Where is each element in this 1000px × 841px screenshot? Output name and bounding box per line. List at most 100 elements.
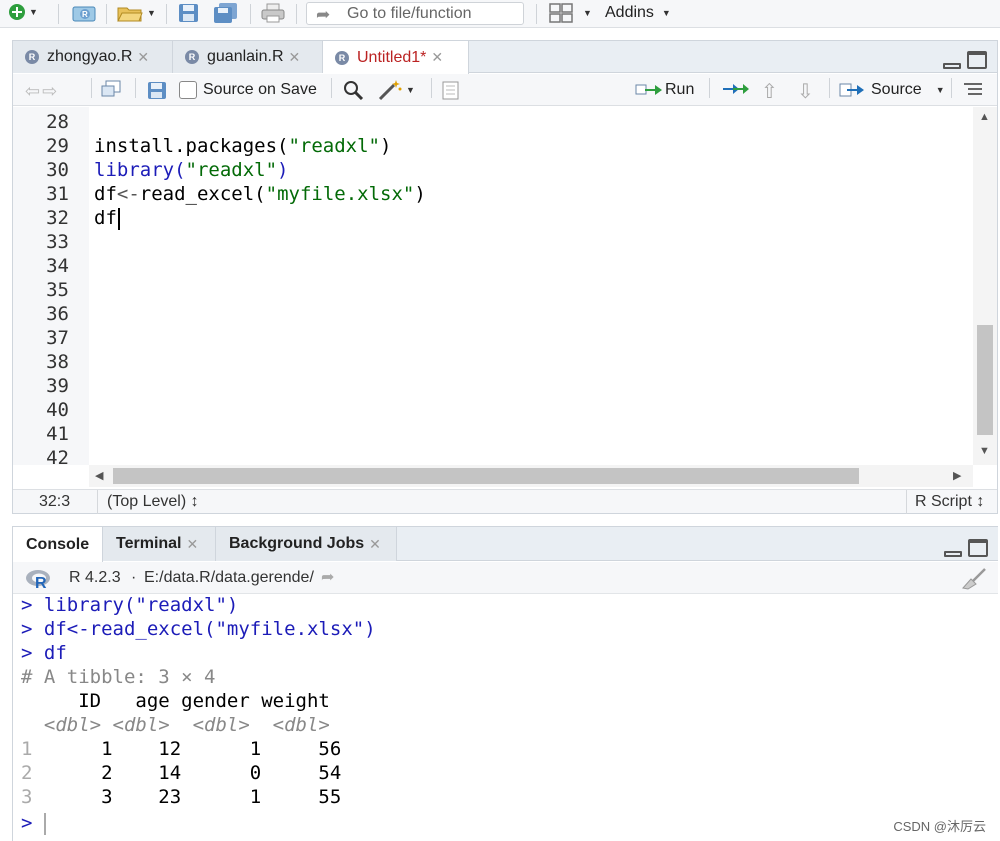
tab-label: Untitled1* [357, 48, 427, 66]
save-icon [179, 4, 198, 22]
minimize-pane-button[interactable] [944, 551, 962, 557]
source-editor-pane: R zhongyao.R ✕ R guanlain.R ✕ R Untitled… [12, 40, 998, 514]
new-file-button[interactable]: ▼ [8, 3, 38, 21]
print-button[interactable] [261, 3, 285, 23]
broom-icon[interactable] [961, 568, 987, 590]
go-to-next-section-button[interactable]: ⇩ [797, 79, 814, 104]
row-values: 1 12 1 56 [32, 738, 342, 760]
tab-label: guanlain.R [207, 48, 284, 65]
code-line-30[interactable]: library("readxl") [94, 158, 288, 182]
code-tools-button[interactable]: ▼ [377, 79, 415, 101]
open-file-button[interactable]: ▼ [116, 3, 156, 23]
function-token: ) [277, 159, 289, 181]
code-line-31[interactable]: df<-read_excel("myfile.xlsx") [94, 182, 426, 206]
show-in-window-button[interactable] [101, 80, 121, 98]
run-button[interactable]: Run [635, 81, 694, 99]
scrollbar-thumb[interactable] [977, 325, 993, 435]
command-text: library("readxl") [43, 594, 239, 616]
search-icon [344, 81, 364, 100]
code-line-32[interactable]: df [94, 206, 120, 230]
editor-toolbar: ⇦ ⇨ Source on Save ▼ Run ⇧ ⇩ Source ▼ [13, 74, 997, 106]
back-arrow-icon[interactable]: ⇦ [25, 81, 42, 102]
arrow-down-icon[interactable]: ⇩ [797, 79, 814, 104]
close-icon[interactable]: ✕ [187, 536, 199, 553]
rerun-button[interactable] [721, 80, 749, 98]
save-all-icon [214, 3, 237, 23]
prompt-symbol: > [21, 642, 33, 664]
arrow-up-icon[interactable]: ⇧ [761, 79, 778, 104]
scroll-left-icon[interactable]: ◀ [95, 469, 103, 482]
go-to-previous-section-button[interactable]: ⇧ [761, 79, 778, 104]
close-icon[interactable]: ✕ [137, 49, 149, 66]
forward-arrow-icon[interactable]: ⇨ [42, 81, 59, 102]
operator-token: <- [116, 183, 140, 205]
code-line-29[interactable]: install.packages("readxl") [94, 134, 391, 158]
console-line: > df [21, 641, 67, 665]
close-icon[interactable]: ✕ [431, 49, 443, 66]
code-token: read_excel( [139, 183, 266, 205]
line-number: 37 [46, 327, 69, 349]
close-icon[interactable]: ✕ [369, 536, 381, 553]
line-number: 30 [46, 159, 69, 181]
line-number: 36 [46, 303, 69, 325]
new-project-button[interactable]: R [70, 2, 98, 24]
code-editor[interactable]: 28 29 30 31 32 33 34 35 36 37 38 39 40 4… [13, 107, 973, 465]
prompt-symbol: > [21, 618, 33, 640]
compile-report-button[interactable] [441, 81, 459, 100]
addins-menu[interactable]: Addins ▼ [605, 4, 671, 22]
scroll-down-icon[interactable]: ▼ [979, 445, 990, 457]
goto-file-function-input[interactable]: ➦ Go to file/function [306, 2, 524, 25]
scope-selector[interactable]: (Top Level) ↕ [107, 493, 199, 511]
maximize-pane-button[interactable] [968, 539, 988, 557]
workspace-panes-button[interactable]: ▼ [549, 3, 592, 23]
tab-terminal[interactable]: Terminal ✕ [103, 527, 216, 561]
source-arrow-icon [839, 83, 864, 97]
code-token: install.packages( [94, 135, 289, 157]
function-token: library( [94, 159, 186, 181]
scroll-right-icon[interactable]: ▶ [953, 469, 961, 482]
save-button[interactable] [178, 3, 200, 23]
tab-background-jobs[interactable]: Background Jobs ✕ [216, 527, 397, 561]
command-text: df [43, 642, 67, 664]
grid-panes-icon [549, 3, 573, 23]
tab-console[interactable]: Console [13, 527, 103, 562]
editor-horizontal-scrollbar[interactable]: ◀ ▶ [89, 465, 973, 487]
code-token: ) [414, 183, 426, 205]
save-all-button[interactable] [213, 2, 239, 24]
go-to-directory-icon[interactable]: ➦ [321, 567, 334, 587]
console-pane: Console Terminal ✕ Background Jobs ✕ R R… [12, 526, 998, 841]
svg-text:R: R [82, 10, 88, 19]
editor-tab-bar: R zhongyao.R ✕ R guanlain.R ✕ R Untitled… [13, 41, 997, 74]
maximize-pane-button[interactable] [967, 51, 987, 69]
source-on-save-toggle[interactable]: Source on Save [179, 81, 317, 99]
editor-vertical-scrollbar[interactable]: ▲ ▼ [973, 107, 997, 465]
line-number: 31 [46, 183, 69, 205]
tab-guanlain[interactable]: R guanlain.R ✕ [173, 41, 323, 73]
source-label: Source [871, 81, 922, 98]
source-on-save-label: Source on Save [203, 81, 317, 98]
scrollbar-thumb[interactable] [113, 468, 859, 484]
line-number: 38 [46, 351, 69, 373]
line-number: 35 [46, 279, 69, 301]
code-token: df [94, 183, 117, 205]
tab-label: Background Jobs [229, 535, 365, 552]
file-type-selector[interactable]: R Script ↕ [915, 493, 984, 511]
line-number: 32 [46, 207, 69, 229]
addins-label: Addins [605, 4, 654, 21]
console-output[interactable]: > library("readxl") > df<-read_excel("my… [13, 594, 998, 841]
source-on-save-checkbox[interactable] [179, 81, 197, 99]
back-forward-buttons[interactable]: ⇦ ⇨ [25, 81, 59, 102]
scroll-up-icon[interactable]: ▲ [979, 111, 990, 123]
document-outline-button[interactable] [963, 82, 983, 98]
chevron-down-icon: ▼ [406, 85, 415, 95]
close-icon[interactable]: ✕ [289, 49, 301, 66]
tab-untitled1[interactable]: R Untitled1* ✕ [323, 41, 469, 74]
find-replace-button[interactable] [343, 80, 365, 100]
tab-zhongyao[interactable]: R zhongyao.R ✕ [13, 41, 173, 73]
console-input-line[interactable]: > [21, 811, 46, 835]
main-toolbar: ▼ R ▼ ➦ Go to file/function ▼ Addins ▼ [0, 0, 1000, 28]
editor-save-button[interactable] [147, 81, 167, 100]
line-number: 34 [46, 255, 69, 277]
minimize-pane-button[interactable] [943, 63, 961, 69]
source-button[interactable]: Source ▼ [839, 81, 945, 99]
